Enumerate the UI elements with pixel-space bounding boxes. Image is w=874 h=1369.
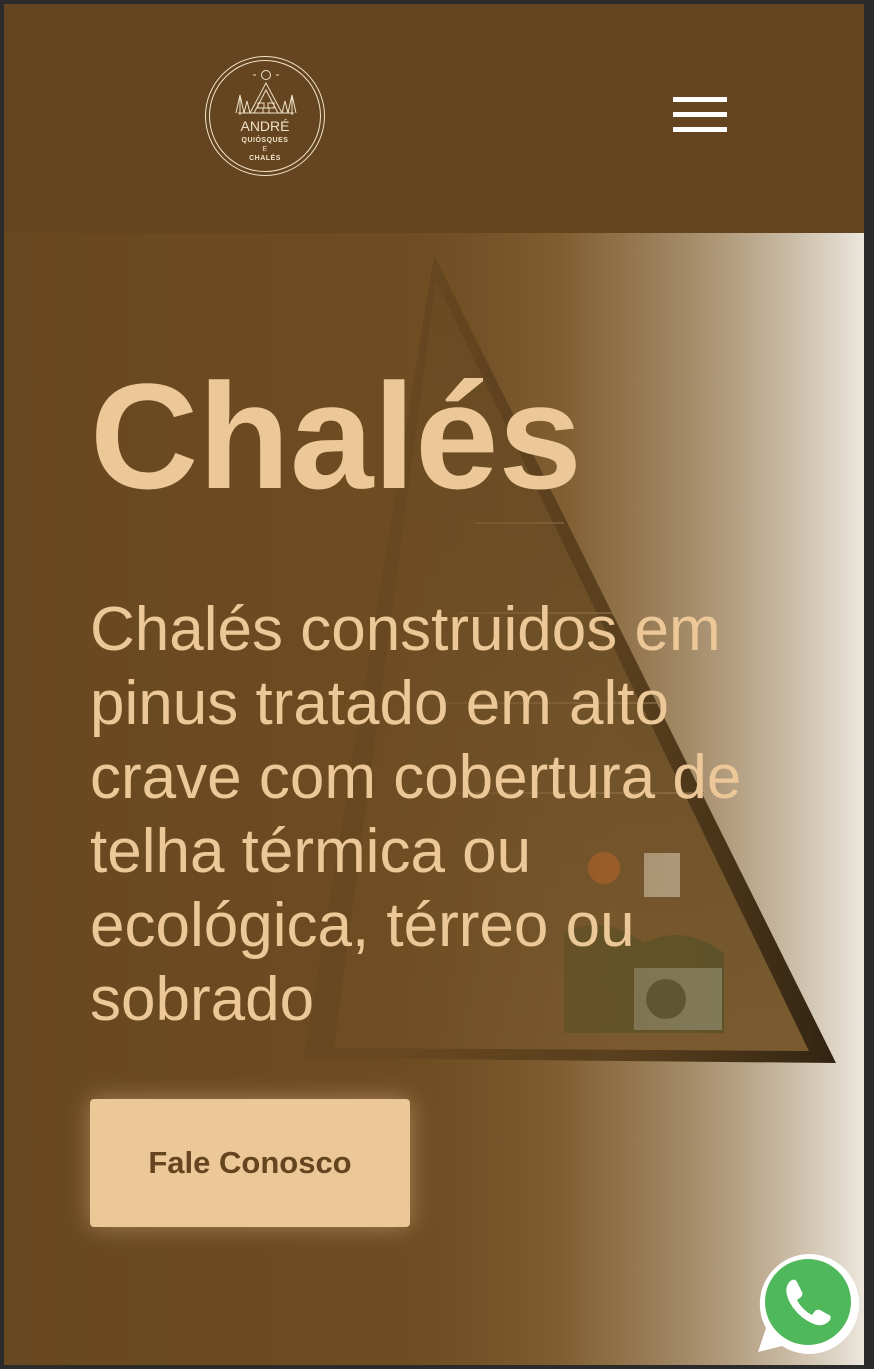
page-title: Chalés (90, 352, 582, 520)
whatsapp-icon[interactable] (756, 1252, 860, 1356)
logo-line-1: QUIÓSQUES (241, 137, 289, 144)
menu-bar (673, 127, 727, 132)
contact-button[interactable]: Fale Conosco (90, 1099, 410, 1227)
hero-section: Chalés Chalés construidos em pinus trata… (4, 233, 864, 1365)
page: ANDRÉ QUIÓSQUES E CHALÉS Chalés Chalés c… (4, 4, 864, 1365)
menu-bar (673, 97, 727, 102)
logo-line-2: E (262, 146, 268, 153)
logo-line-3: CHALÉS (249, 155, 281, 162)
hero-description: Chalés construidos em pinus tratado em a… (90, 595, 742, 1034)
brand-logo[interactable]: ANDRÉ QUIÓSQUES E CHALÉS (205, 56, 325, 176)
menu-bar (673, 112, 727, 117)
hamburger-menu-icon[interactable] (669, 94, 727, 136)
logo-name: ANDRÉ (240, 118, 290, 134)
site-header: ANDRÉ QUIÓSQUES E CHALÉS (4, 4, 864, 233)
